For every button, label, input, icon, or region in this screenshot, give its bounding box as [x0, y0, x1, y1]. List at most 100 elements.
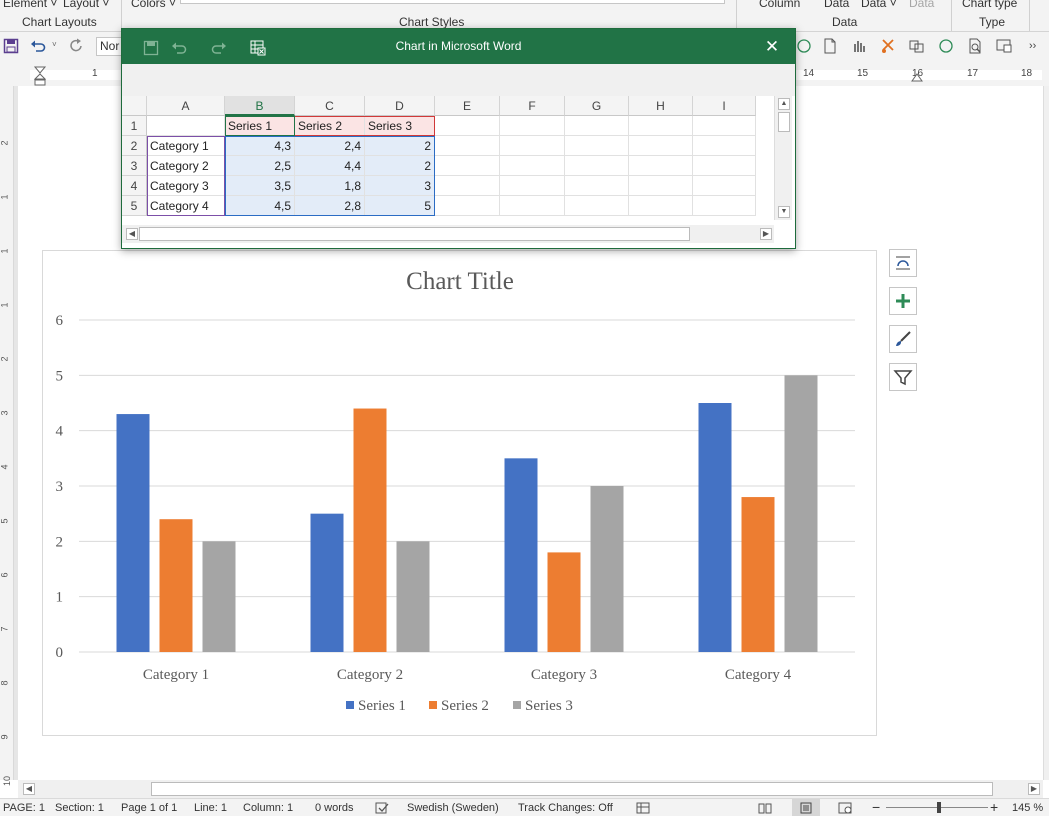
legend-label[interactable]: Series 2	[441, 698, 489, 714]
chart-filters-button[interactable]	[889, 363, 917, 391]
status-track-changes[interactable]: Track Changes: Off	[518, 802, 613, 814]
spreadsheet-cell[interactable]	[565, 196, 629, 216]
right-indent-marker-icon[interactable]	[911, 72, 923, 82]
spreadsheet-cell[interactable]	[693, 136, 756, 156]
proofing-icon[interactable]	[375, 802, 389, 814]
bar-chart[interactable]: Chart Title 0 1 2 3 4 5 6 Category 1 Category 2 Ca…	[43, 251, 878, 737]
spreadsheet-cell[interactable]: Category 2	[147, 156, 225, 176]
chart-styles-button[interactable]	[889, 325, 917, 353]
horizontal-scrollbar[interactable]: ◀ ▶	[18, 780, 1043, 798]
scroll-thumb[interactable]	[151, 782, 993, 796]
scroll-thumb[interactable]	[778, 112, 790, 132]
column-header[interactable]: B	[225, 96, 295, 116]
compare-icon[interactable]	[909, 38, 925, 54]
switch-row-column-button[interactable]: Column	[759, 0, 800, 10]
bar-1-4[interactable]	[698, 403, 732, 652]
new-document-icon[interactable]	[822, 38, 838, 54]
print-preview-icon[interactable]	[967, 38, 983, 54]
spreadsheet-cell[interactable]	[629, 116, 693, 136]
row-header[interactable]: 3	[122, 156, 147, 176]
spreadsheet-cell[interactable]	[500, 176, 565, 196]
bar-1-2[interactable]	[310, 513, 344, 652]
spreadsheet-cell[interactable]: 2,8	[295, 196, 365, 216]
status-language[interactable]: Swedish (Sweden)	[407, 802, 499, 814]
spreadsheet-cell[interactable]	[629, 196, 693, 216]
scroll-thumb[interactable]	[139, 227, 690, 241]
spreadsheet-cell[interactable]: 4,5	[225, 196, 295, 216]
spreadsheet-cell[interactable]: 2	[365, 136, 435, 156]
scroll-right-icon[interactable]: ▶	[1028, 783, 1040, 795]
change-colors-button[interactable]: Colors ˅	[131, 0, 176, 10]
spreadsheet-cell[interactable]: Category 4	[147, 196, 225, 216]
spreadsheet-cell[interactable]: Category 1	[147, 136, 225, 156]
select-all-corner[interactable]	[122, 96, 147, 116]
zoom-slider-thumb[interactable]	[937, 802, 941, 813]
chart-data-window[interactable]: Chart in Microsoft Word ✕ A B C D E F G H I 1 Seri…	[121, 28, 796, 249]
zoom-in-icon[interactable]: +	[990, 799, 998, 815]
chart-area[interactable]: Chart Title 0 1 2 3 4 5 6 Category 1 Category 2 Ca…	[42, 250, 877, 736]
column-header[interactable]: D	[365, 96, 435, 116]
spreadsheet-cell[interactable]	[147, 116, 225, 136]
web-layout-icon[interactable]	[838, 802, 852, 814]
scroll-up-icon[interactable]: ▲	[778, 98, 790, 110]
zoom-out-icon[interactable]: −	[872, 799, 880, 815]
row-header[interactable]: 2	[122, 136, 147, 156]
read-mode-icon[interactable]	[758, 802, 772, 814]
scroll-left-icon[interactable]: ◀	[23, 783, 35, 795]
spreadsheet-cell[interactable]	[693, 156, 756, 176]
column-header[interactable]: C	[295, 96, 365, 116]
change-chart-type-button[interactable]: Chart type	[962, 0, 1017, 10]
macro-record-icon[interactable]	[636, 802, 650, 814]
bar-3-4[interactable]	[784, 375, 818, 652]
status-word-count[interactable]: 0 words	[315, 802, 354, 814]
undo-icon[interactable]	[30, 38, 46, 54]
row-header[interactable]: 5	[122, 196, 147, 216]
print-layout-button[interactable]	[792, 799, 820, 816]
vertical-scrollbar[interactable]	[1043, 86, 1049, 780]
bar-3-2[interactable]	[396, 541, 430, 652]
layout-options-button[interactable]	[889, 249, 917, 277]
spreadsheet-cell[interactable]	[435, 176, 500, 196]
bar-2-3[interactable]	[547, 552, 581, 652]
spreadsheet-cell[interactable]	[565, 116, 629, 136]
spreadsheet-cell[interactable]	[500, 156, 565, 176]
spreadsheet-cell[interactable]	[693, 116, 756, 136]
scroll-right-icon[interactable]: ▶	[760, 228, 772, 240]
spreadsheet-cell[interactable]	[435, 136, 500, 156]
spreadsheet-cell[interactable]	[565, 176, 629, 196]
chart-styles-gallery[interactable]	[180, 0, 725, 4]
spreadsheet-cell[interactable]: 2,4	[295, 136, 365, 156]
column-header[interactable]: H	[629, 96, 693, 116]
column-header[interactable]: E	[435, 96, 500, 116]
green-circle-icon[interactable]	[938, 38, 954, 54]
bar-3-3[interactable]	[590, 486, 624, 652]
spreadsheet-cell[interactable]	[693, 196, 756, 216]
more-commands-icon[interactable]: ››	[1029, 40, 1036, 52]
spreadsheet-cell[interactable]	[565, 156, 629, 176]
status-column[interactable]: Column: 1	[243, 802, 293, 814]
spreadsheet-cell[interactable]: 2	[365, 156, 435, 176]
data-window-titlebar[interactable]: Chart in Microsoft Word ✕	[122, 29, 795, 64]
spreadsheet-cell[interactable]: 5	[365, 196, 435, 216]
chart-elements-button[interactable]	[889, 287, 917, 315]
legend-label[interactable]: Series 1	[358, 698, 406, 714]
spreadsheet-cell[interactable]	[693, 176, 756, 196]
column-header[interactable]: G	[565, 96, 629, 116]
column-header[interactable]: I	[693, 96, 756, 116]
spreadsheet-cell[interactable]	[500, 116, 565, 136]
spreadsheet-cell[interactable]: 4,4	[295, 156, 365, 176]
legend-label[interactable]: Series 3	[525, 698, 573, 714]
spreadsheet-cell[interactable]	[435, 156, 500, 176]
spreadsheet-cell[interactable]	[565, 136, 629, 156]
status-line[interactable]: Line: 1	[194, 802, 227, 814]
select-data-button[interactable]: Data	[824, 0, 849, 10]
zoom-level[interactable]: 145 %	[1012, 802, 1043, 814]
row-header[interactable]: 4	[122, 176, 147, 196]
spreadsheet-cell[interactable]	[629, 176, 693, 196]
close-icon[interactable]: ✕	[762, 37, 782, 57]
spreadsheet-cell[interactable]	[500, 136, 565, 156]
scroll-left-icon[interactable]: ◀	[126, 228, 138, 240]
bar-3-1[interactable]	[202, 541, 236, 652]
bar-1-3[interactable]	[504, 458, 538, 652]
spreadsheet-cell[interactable]	[629, 156, 693, 176]
